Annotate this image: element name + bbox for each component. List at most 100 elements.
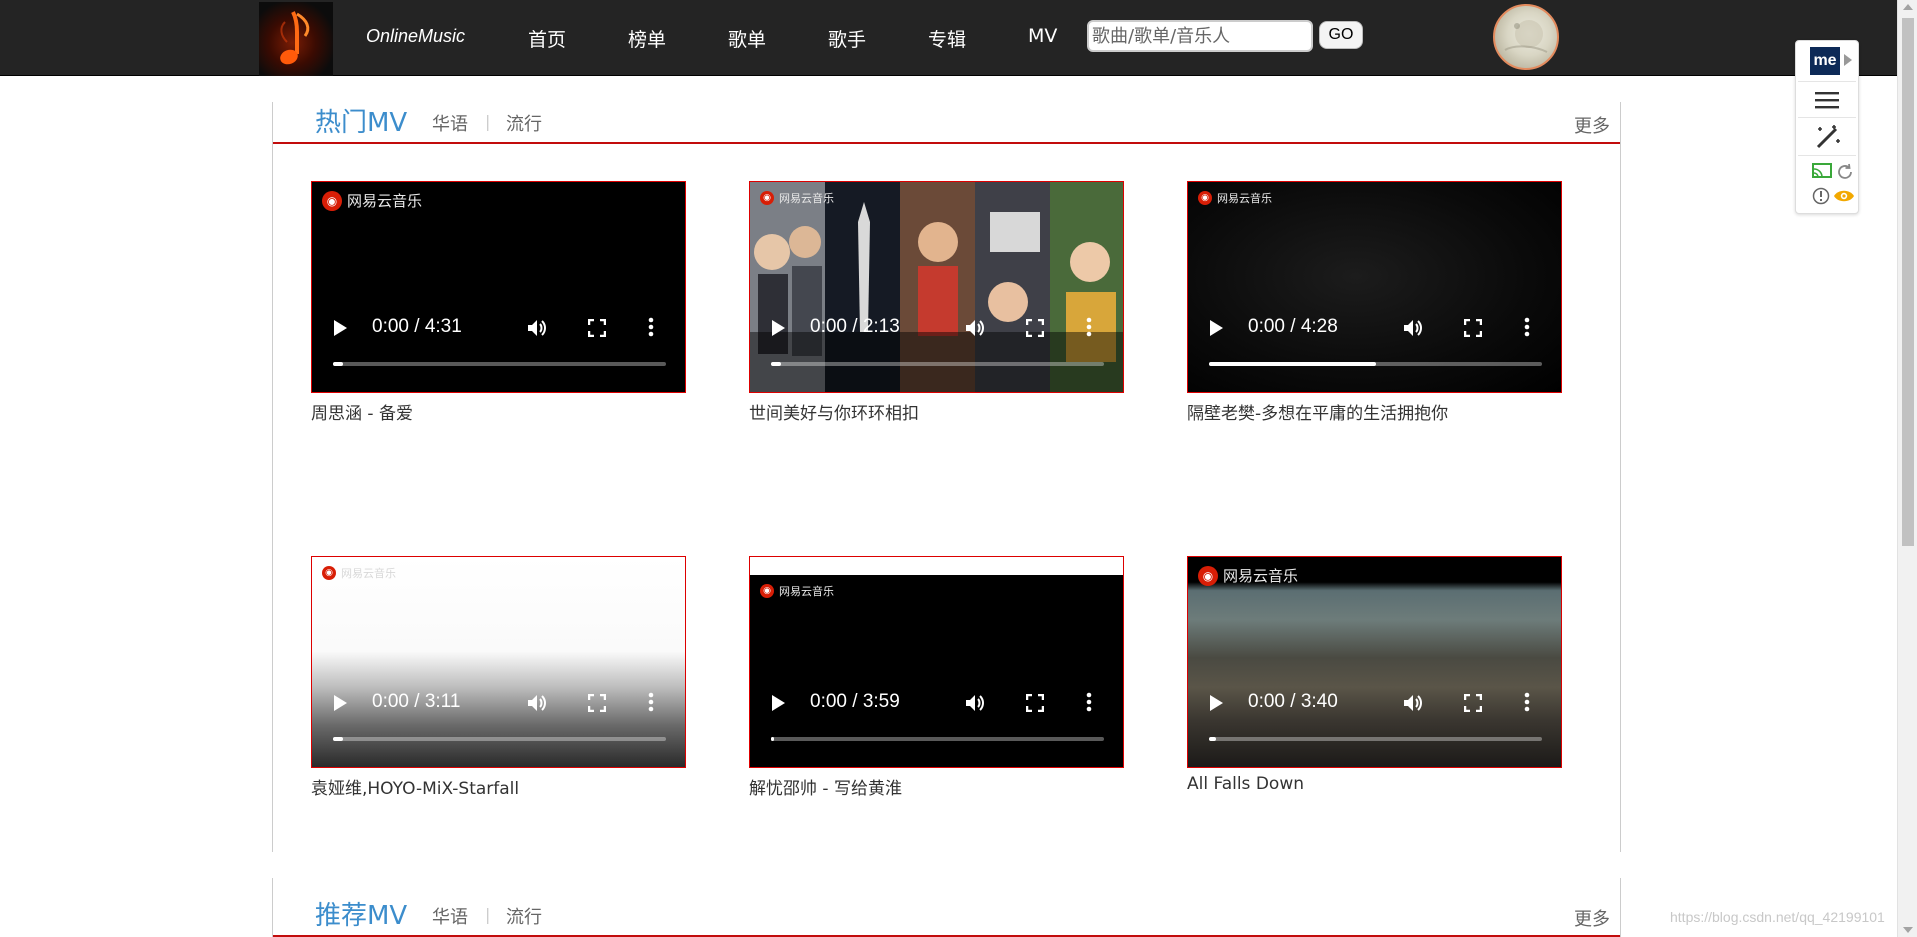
recommended-mv-section: 推荐MV 华语 | 流行 更多 (272, 878, 1621, 937)
video-player[interactable]: ◉ 网易云音乐 0:00 / 3:40 (1187, 556, 1562, 768)
section-title: 热门MV (315, 108, 408, 138)
play-icon[interactable] (334, 320, 347, 336)
tag-chinese[interactable]: 华语 (432, 110, 468, 136)
video-player[interactable]: ◉ 网易云音乐 0:00 / 3:59 (749, 556, 1124, 768)
vertical-scrollbar[interactable] (1897, 0, 1917, 937)
nav-home[interactable]: 首页 (528, 25, 566, 52)
mv-title[interactable]: 袁娅维,HOYO-MiX-Starfall (311, 774, 686, 799)
expand-arrow-icon[interactable] (1844, 54, 1852, 66)
divider (1798, 155, 1856, 156)
fullscreen-icon[interactable] (587, 693, 607, 717)
fullscreen-icon[interactable] (1025, 318, 1045, 342)
video-controls: 0:00 / 4:31 (312, 302, 685, 392)
nav-mv[interactable]: MV (1028, 25, 1057, 47)
nav-charts[interactable]: 榜单 (628, 25, 666, 52)
video-player[interactable]: ◉ 网易云音乐 0:00 / 2:13 (749, 181, 1124, 393)
hot-mv-section: 热门MV 华语 | 流行 更多 ◉ 网易云音乐 0:00 / 4:31 周思涵 -… (272, 102, 1621, 852)
brand-name[interactable]: OnlineMusic (366, 26, 465, 47)
volume-icon[interactable] (1402, 693, 1424, 718)
netease-watermark: ◉ 网易云音乐 (322, 565, 396, 581)
video-player[interactable]: ◉ 网易云音乐 0:00 / 4:28 (1187, 181, 1562, 393)
cast-icon[interactable] (1812, 163, 1832, 183)
warning-icon[interactable] (1812, 187, 1830, 209)
more-options-icon[interactable] (648, 692, 654, 717)
netease-watermark: ◉ 网易云音乐 (760, 190, 834, 206)
netease-logo-icon: ◉ (1198, 191, 1212, 205)
mv-title[interactable]: All Falls Down (1187, 774, 1562, 794)
time-display: 0:00 / 2:13 (810, 316, 900, 337)
video-player[interactable]: ◉ 网易云音乐 0:00 / 4:31 (311, 181, 686, 393)
tag-pop[interactable]: 流行 (506, 903, 542, 929)
netease-watermark: ◉ 网易云音乐 (760, 583, 834, 599)
play-icon[interactable] (334, 695, 347, 711)
mv-title[interactable]: 解忧邵帅 - 写给黄淮 (749, 774, 1124, 799)
mv-card: ◉ 网易云音乐 0:00 / 2:13 世间美好与你环环相扣 (749, 181, 1124, 424)
divider (1798, 117, 1856, 118)
time-display: 0:00 / 3:59 (810, 691, 900, 712)
volume-icon[interactable] (964, 693, 986, 718)
more-link[interactable]: 更多 (1574, 112, 1610, 138)
mv-title[interactable]: 世间美好与你环环相扣 (749, 399, 1124, 424)
watermark-text: 网易云音乐 (779, 585, 834, 598)
refresh-icon[interactable] (1836, 163, 1854, 185)
extension-panel: me (1795, 40, 1859, 214)
volume-icon[interactable] (964, 318, 986, 343)
music-note-logo[interactable] (259, 2, 333, 76)
fullscreen-icon[interactable] (1463, 693, 1483, 717)
play-icon[interactable] (772, 695, 785, 711)
fullscreen-icon[interactable] (1025, 693, 1045, 717)
netease-watermark: ◉ 网易云音乐 (322, 190, 422, 211)
scrollbar-thumb[interactable] (1902, 18, 1914, 546)
fullscreen-icon[interactable] (1463, 318, 1483, 342)
progress-bar[interactable] (333, 362, 666, 366)
progress-bar[interactable] (1209, 737, 1542, 741)
progress-bar[interactable] (771, 362, 1104, 366)
play-icon[interactable] (1210, 320, 1223, 336)
fullscreen-icon[interactable] (587, 318, 607, 342)
video-controls: 0:00 / 2:13 (750, 302, 1123, 392)
netease-logo-icon: ◉ (760, 584, 774, 598)
volume-icon[interactable] (526, 693, 548, 718)
scroll-down-arrow-icon[interactable] (1903, 927, 1913, 933)
watermark-text: 网易云音乐 (1217, 192, 1272, 205)
play-icon[interactable] (1210, 695, 1223, 711)
time-display: 0:00 / 3:40 (1248, 691, 1338, 712)
tag-chinese[interactable]: 华语 (432, 903, 468, 929)
mv-title[interactable]: 隔壁老樊-多想在平庸的生活拥抱你 (1187, 399, 1562, 424)
netease-logo-icon: ◉ (1198, 565, 1218, 586)
mv-title[interactable]: 周思涵 - 备爱 (311, 399, 686, 424)
eye-icon[interactable] (1833, 188, 1855, 208)
section-header: 热门MV 华语 | 流行 更多 (273, 102, 1620, 144)
more-options-icon[interactable] (1086, 692, 1092, 717)
play-icon[interactable] (772, 320, 785, 336)
more-options-icon[interactable] (1524, 317, 1530, 342)
progress-bar[interactable] (1209, 362, 1542, 366)
more-options-icon[interactable] (1086, 317, 1092, 342)
avatar[interactable] (1493, 4, 1559, 70)
tag-pop[interactable]: 流行 (506, 110, 542, 136)
progress-bar[interactable] (771, 737, 1104, 741)
search-input[interactable] (1087, 20, 1313, 52)
mv-card: ◉ 网易云音乐 0:00 / 4:31 周思涵 - 备爱 (311, 181, 686, 424)
tag-separator: | (485, 905, 491, 924)
top-navigation-bar: OnlineMusic 首页 榜单 歌单 歌手 专辑 MV GO (0, 0, 1897, 76)
video-player[interactable]: ◉ 网易云音乐 0:00 / 3:11 (311, 556, 686, 768)
nav-playlists[interactable]: 歌单 (728, 25, 766, 52)
watermark-text: 网易云音乐 (341, 567, 396, 580)
progress-bar[interactable] (333, 737, 666, 741)
more-link[interactable]: 更多 (1574, 905, 1610, 931)
magic-wand-icon[interactable] (1814, 123, 1842, 155)
volume-icon[interactable] (1402, 318, 1424, 343)
progress-fill (1209, 362, 1376, 366)
me-extension-icon[interactable]: me (1810, 47, 1840, 75)
volume-icon[interactable] (526, 318, 548, 343)
more-options-icon[interactable] (1524, 692, 1530, 717)
go-button[interactable]: GO (1319, 21, 1363, 49)
scroll-up-arrow-icon[interactable] (1903, 4, 1913, 10)
watermark-text: 网易云音乐 (1223, 567, 1299, 585)
more-options-icon[interactable] (648, 317, 654, 342)
hamburger-menu-icon[interactable] (1815, 91, 1839, 113)
nav-artists[interactable]: 歌手 (828, 25, 866, 52)
video-controls: 0:00 / 3:40 (1188, 677, 1561, 767)
nav-albums[interactable]: 专辑 (928, 25, 966, 52)
